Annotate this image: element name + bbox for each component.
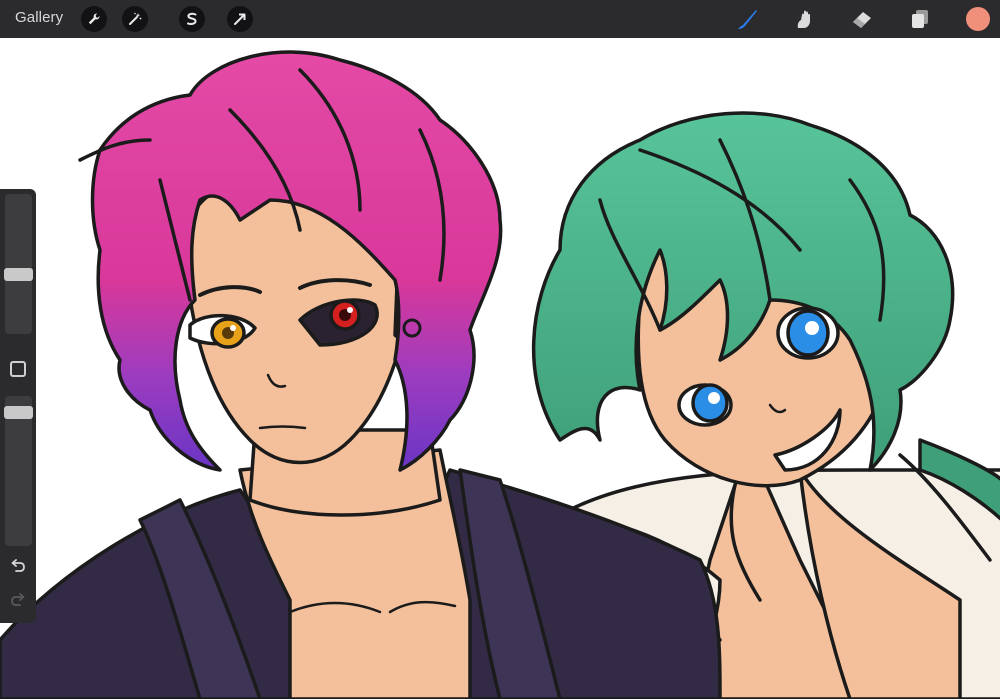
brush-size-thumb[interactable]	[4, 268, 33, 281]
redo-icon[interactable]	[8, 591, 28, 609]
square-icon[interactable]	[10, 361, 26, 377]
top-toolbar: Gallery	[0, 0, 1000, 38]
drawing-canvas[interactable]	[0, 38, 1000, 699]
gallery-button[interactable]: Gallery	[15, 9, 63, 26]
undo-icon[interactable]	[8, 557, 28, 575]
color-picker-swatch[interactable]	[966, 7, 990, 31]
arrow-cursor-icon[interactable]	[227, 6, 253, 32]
illustration	[0, 50, 1000, 699]
opacity-thumb[interactable]	[4, 406, 33, 419]
brush-sidebar	[0, 189, 36, 623]
brush-icon[interactable]	[733, 5, 761, 33]
wrench-icon[interactable]	[81, 6, 107, 32]
brush-size-slider[interactable]	[4, 194, 33, 334]
layers-icon[interactable]	[906, 5, 934, 33]
magic-wand-icon[interactable]	[122, 6, 148, 32]
smudge-icon[interactable]	[791, 5, 819, 33]
eraser-icon[interactable]	[848, 5, 876, 33]
selection-icon[interactable]	[179, 6, 205, 32]
opacity-slider[interactable]	[4, 396, 33, 546]
